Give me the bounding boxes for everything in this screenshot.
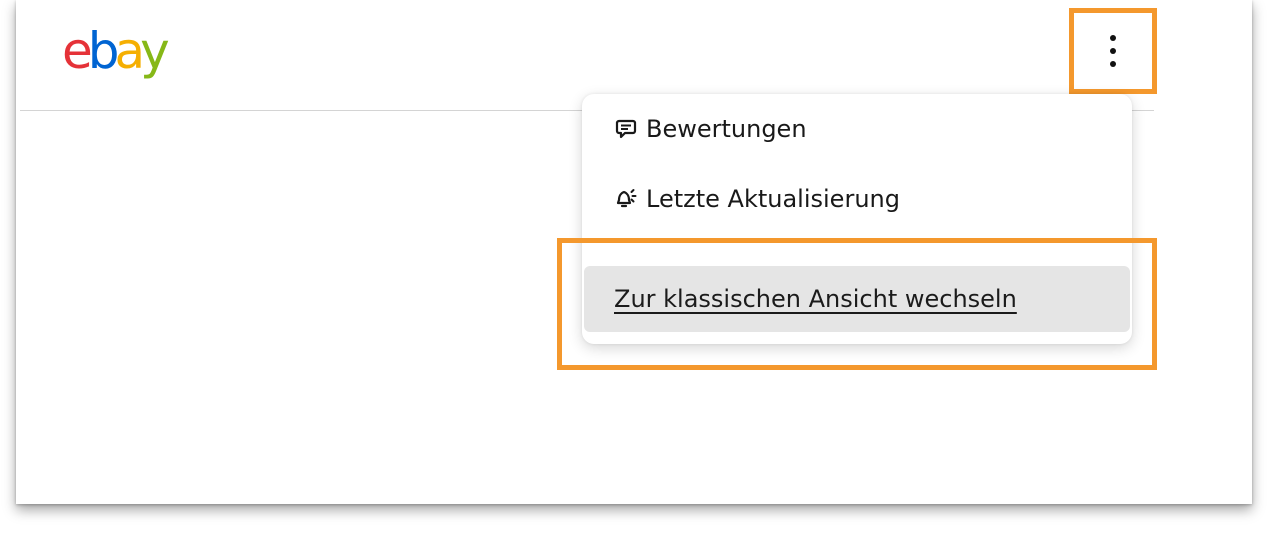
menu-item-klassische-ansicht[interactable]: Zur klassischen Ansicht wechseln	[584, 266, 1130, 332]
logo-letter-a: a	[114, 22, 146, 80]
kebab-vertical-icon	[1110, 35, 1116, 67]
menu-item-label: Letzte Aktualisierung	[646, 185, 900, 213]
logo-letter-b: b	[87, 22, 120, 80]
ebay-logo[interactable]: ebay	[62, 16, 170, 86]
more-options-button[interactable]	[1069, 8, 1157, 94]
announcement-icon	[614, 187, 638, 211]
menu-item-label: Zur klassischen Ansicht wechseln	[614, 285, 1017, 313]
screenshot-frame: ebay Bewertungen Letzte Aktualisierung Z…	[16, 0, 1252, 504]
logo-letter-y: y	[140, 22, 170, 80]
menu-item-letzte-aktualisierung[interactable]: Letzte Aktualisierung	[582, 176, 1132, 222]
logo-letter-e: e	[62, 22, 93, 80]
menu-item-bewertungen[interactable]: Bewertungen	[582, 106, 1132, 152]
menu-item-label: Bewertungen	[646, 115, 807, 143]
overflow-menu: Bewertungen Letzte Aktualisierung Zur kl…	[582, 94, 1132, 344]
feedback-speech-icon	[614, 117, 638, 141]
